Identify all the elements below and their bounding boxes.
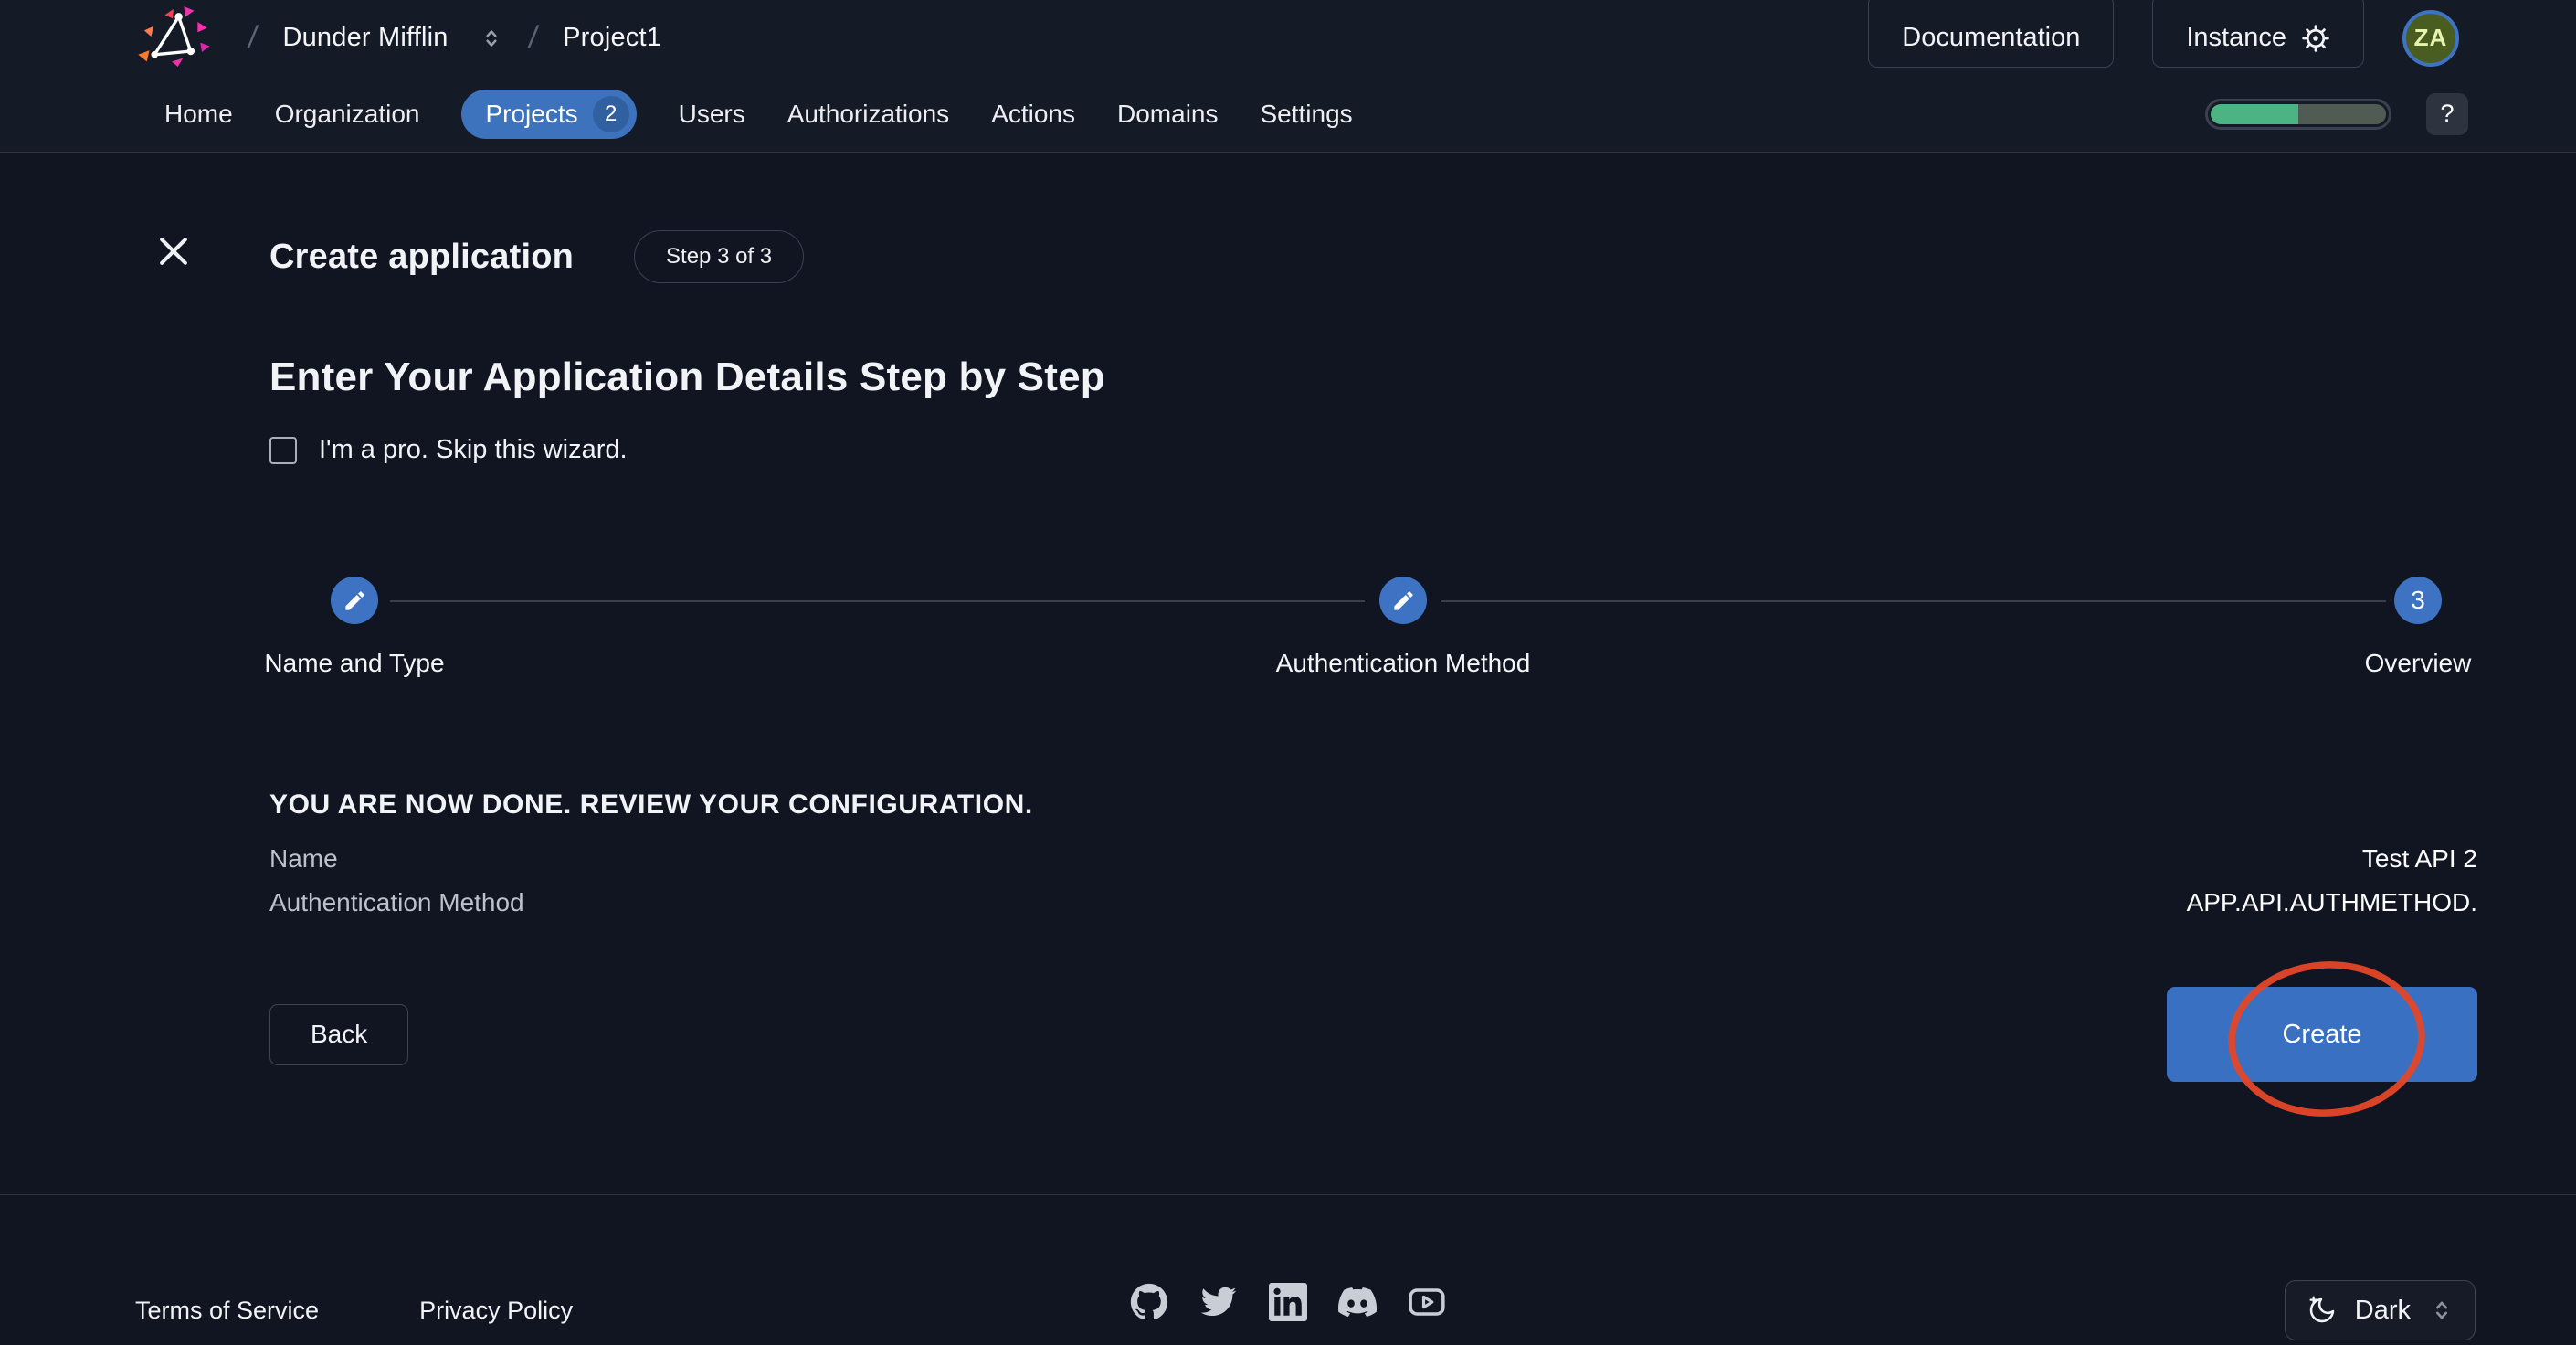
breadcrumb-separator: /: [246, 20, 259, 56]
back-button[interactable]: Back: [269, 1004, 408, 1065]
breadcrumb-project[interactable]: Project1: [563, 23, 661, 53]
progress-fill: [2211, 104, 2298, 124]
nav-item-domains[interactable]: Domains: [1117, 100, 1218, 129]
privacy-policy-link[interactable]: Privacy Policy: [419, 1297, 573, 1325]
unfold-more-icon[interactable]: [480, 25, 503, 52]
stepper-line: [1441, 600, 2386, 602]
step-2-circle[interactable]: [1379, 577, 1427, 624]
step-3-label: Overview: [2365, 649, 2472, 678]
instance-button[interactable]: Instance: [2152, 0, 2364, 68]
review-label: Name: [269, 844, 338, 874]
close-icon[interactable]: [153, 231, 194, 271]
onboarding-progress-bar: [2205, 99, 2391, 130]
create-button-wrap: Create: [2167, 987, 2477, 1082]
nav-item-actions[interactable]: Actions: [991, 100, 1075, 129]
skip-wizard-checkbox[interactable]: [269, 437, 297, 464]
create-application-wizard: Create application Step 3 of 3 Enter You…: [0, 153, 2576, 1082]
skip-wizard-row[interactable]: I'm a pro. Skip this wizard.: [269, 435, 2477, 465]
unfold-more-icon: [2429, 1296, 2455, 1325]
github-icon[interactable]: [1130, 1283, 1168, 1321]
review-row-name: Name Test API 2: [269, 844, 2477, 874]
theme-selector[interactable]: Dark: [2285, 1280, 2476, 1340]
wizard-stepper: 3 Name and Type Authentication Method Ov…: [269, 577, 2477, 709]
top-bar: / Dunder Mifflin / Project1 Documentatio…: [0, 0, 2576, 76]
nav-item-home[interactable]: Home: [164, 100, 233, 129]
pencil-icon: [1391, 588, 1416, 613]
breadcrumb-separator: /: [526, 20, 540, 56]
nav-item-projects[interactable]: Projects 2: [461, 90, 636, 139]
zitadel-logo-icon[interactable]: [133, 6, 212, 67]
review-label: Authentication Method: [269, 888, 524, 917]
step-1-label: Name and Type: [264, 649, 444, 678]
avatar-initials: ZA: [2414, 24, 2448, 52]
step-1-circle[interactable]: [331, 577, 378, 624]
step-indicator-badge: Step 3 of 3: [634, 230, 804, 283]
wizard-title-row: Create application Step 3 of 3: [269, 230, 2477, 283]
pencil-icon: [343, 588, 367, 613]
review-rows: Name Test API 2 Authentication Method AP…: [269, 844, 2477, 917]
nav-item-projects-label: Projects: [485, 100, 577, 129]
theme-selector-value: Dark: [2355, 1296, 2411, 1326]
youtube-icon[interactable]: [1408, 1283, 1446, 1321]
nav-item-authorizations[interactable]: Authorizations: [787, 100, 949, 129]
documentation-button[interactable]: Documentation: [1868, 0, 2114, 68]
instance-button-label: Instance: [2186, 23, 2286, 53]
projects-count-badge: 2: [593, 96, 629, 132]
main-nav: Home Organization Projects 2 Users Autho…: [0, 76, 2576, 153]
breadcrumb: / Dunder Mifflin / Project1: [248, 20, 661, 56]
documentation-button-label: Documentation: [1902, 23, 2080, 53]
moon-icon: [2307, 1296, 2337, 1325]
social-links: [1130, 1283, 1446, 1321]
nav-item-settings[interactable]: Settings: [1261, 100, 1353, 129]
wizard-actions: Back Create: [269, 987, 2477, 1082]
review-value: APP.API.AUTHMETHOD.: [2187, 888, 2477, 917]
footer: Terms of Service Privacy Policy Dark: [0, 1194, 2576, 1345]
progress-track: [2211, 104, 2386, 124]
page-title: Create application: [269, 238, 574, 277]
create-button[interactable]: Create: [2167, 987, 2477, 1082]
linkedin-icon[interactable]: [1269, 1283, 1307, 1321]
review-title: YOU ARE NOW DONE. REVIEW YOUR CONFIGURAT…: [269, 789, 2477, 821]
review-row-auth-method: Authentication Method APP.API.AUTHMETHOD…: [269, 888, 2477, 917]
skip-wizard-label: I'm a pro. Skip this wizard.: [319, 435, 628, 465]
top-bar-actions: Documentation Instance ZA: [1868, 9, 2459, 68]
nav-item-organization[interactable]: Organization: [275, 100, 420, 129]
terms-of-service-link[interactable]: Terms of Service: [135, 1297, 319, 1325]
wizard-heading: Enter Your Application Details Step by S…: [269, 355, 2477, 400]
step-3-circle[interactable]: 3: [2394, 577, 2442, 624]
step-2-label: Authentication Method: [1276, 649, 1531, 678]
avatar[interactable]: ZA: [2402, 10, 2459, 67]
discord-icon[interactable]: [1338, 1283, 1377, 1321]
stepper-line: [390, 600, 1365, 602]
org-switcher[interactable]: Dunder Mifflin: [282, 23, 448, 53]
step-3-number: 3: [2411, 586, 2425, 615]
help-button[interactable]: ?: [2426, 93, 2468, 135]
review-value: Test API 2: [2362, 844, 2477, 874]
nav-right: ?: [2205, 93, 2468, 135]
nav-item-users[interactable]: Users: [679, 100, 745, 129]
twitter-icon[interactable]: [1199, 1283, 1238, 1321]
gear-icon: [2301, 24, 2330, 53]
